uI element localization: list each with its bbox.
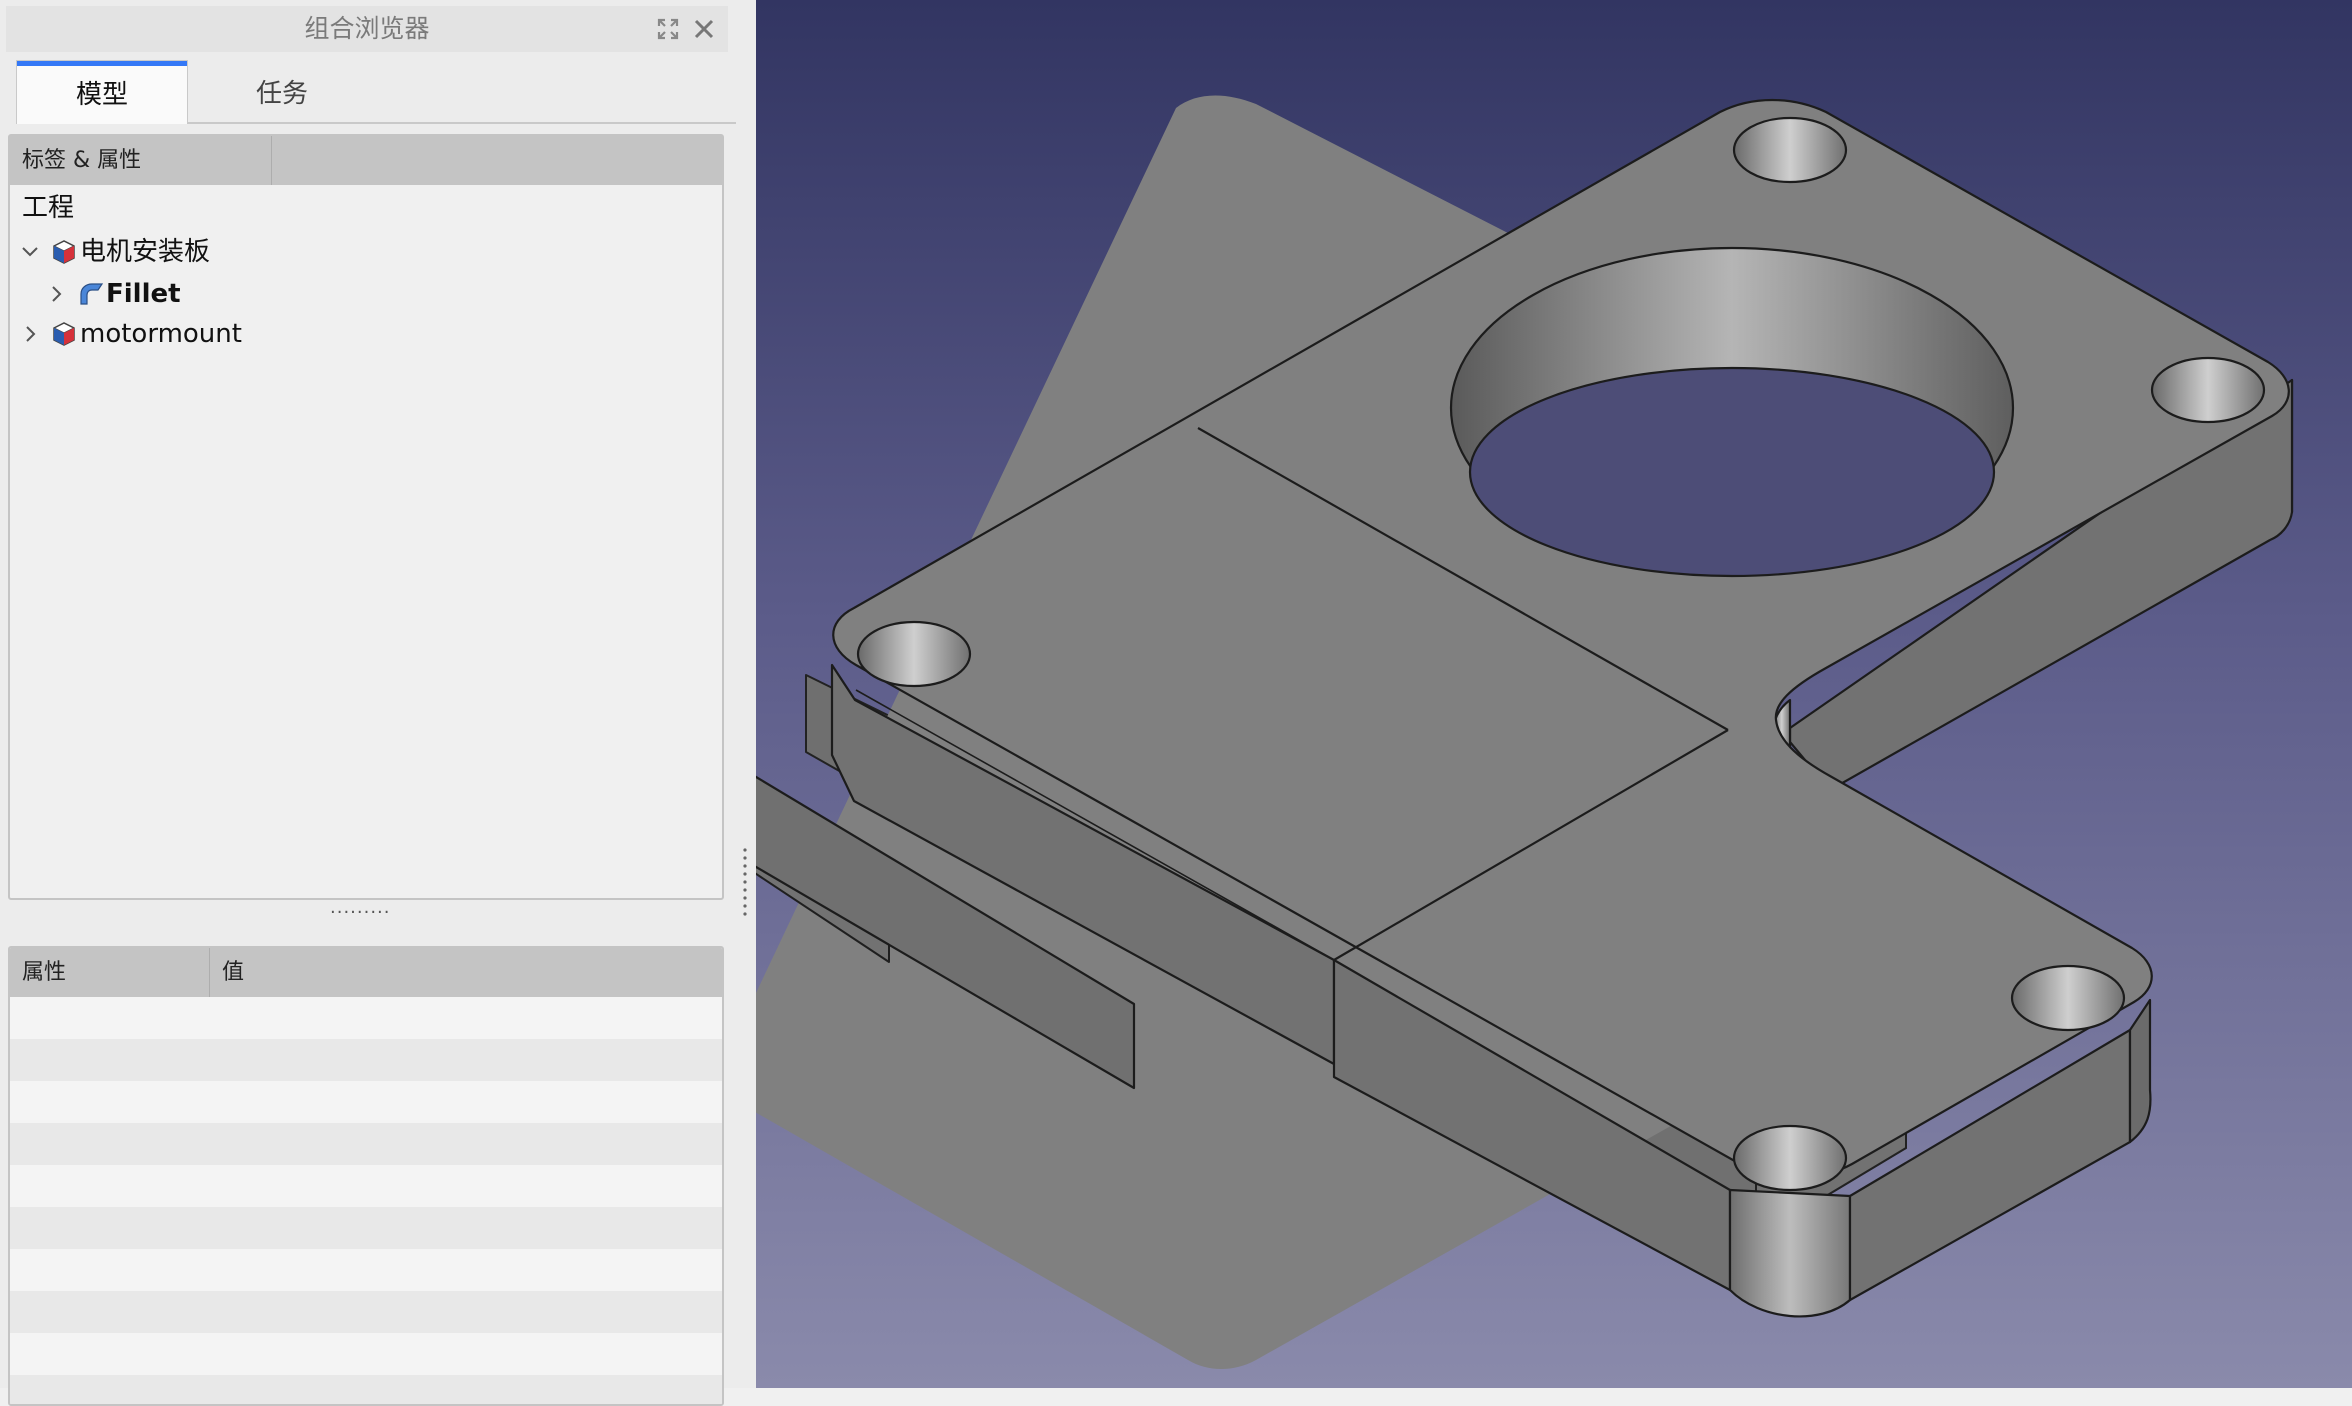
tree-item-label: Fillet [106,279,181,309]
tree-item-motormount[interactable]: motormount [20,314,620,354]
part-body-icon [53,240,75,264]
tree-item-label: motormount [80,319,242,349]
property-row [10,1081,722,1123]
tab-tasks[interactable]: 任务 [196,60,368,122]
property-header: 属性 值 [10,948,722,997]
3d-viewport[interactable] [756,0,2352,1388]
panel-resize-handle[interactable] [742,846,748,918]
value-column-header[interactable]: 值 [222,948,244,997]
panel-titlebar: 组合浏览器 [6,6,728,52]
splitter-dots: ········· [330,902,391,923]
property-row [10,1123,722,1165]
property-row [10,1207,722,1249]
tree-root-label: 工程 [22,193,75,223]
property-row [10,1333,722,1375]
property-row [10,1291,722,1333]
combo-view-panel: 组合浏览器 模型 任务 标签 & 属性 工程 电机安装板 Fillet moto… [0,0,756,1406]
property-row [10,1249,722,1291]
chevron-down-icon[interactable] [20,242,40,262]
property-row [10,997,722,1039]
property-row [10,1165,722,1207]
part-body-icon [53,322,75,346]
model-tree: 标签 & 属性 工程 电机安装板 Fillet motormount [8,134,724,900]
combo-view-tabs: 模型 任务 [16,60,736,124]
property-editor: 属性 值 [8,946,724,1406]
close-panel-icon[interactable] [690,15,718,43]
chevron-right-icon[interactable] [46,284,66,304]
tree-item-motor-plate[interactable]: 电机安装板 [20,232,620,272]
tree-item-fillet[interactable]: Fillet [20,274,620,314]
tab-model[interactable]: 模型 [16,60,188,124]
property-row [10,1375,722,1404]
fillet-icon [80,283,104,305]
tree-header: 标签 & 属性 [10,136,722,185]
chevron-right-icon[interactable] [20,324,40,344]
property-column-header[interactable]: 属性 [10,948,210,997]
tree-property-splitter[interactable]: ········· [330,902,400,924]
float-panel-icon[interactable] [654,15,682,43]
panel-title: 组合浏览器 [304,14,430,43]
tree-column-labels[interactable]: 标签 & 属性 [10,136,272,185]
motor-mount-part[interactable] [756,0,2352,1388]
property-row [10,1039,722,1081]
tree-item-label: 电机安装板 [80,237,211,267]
